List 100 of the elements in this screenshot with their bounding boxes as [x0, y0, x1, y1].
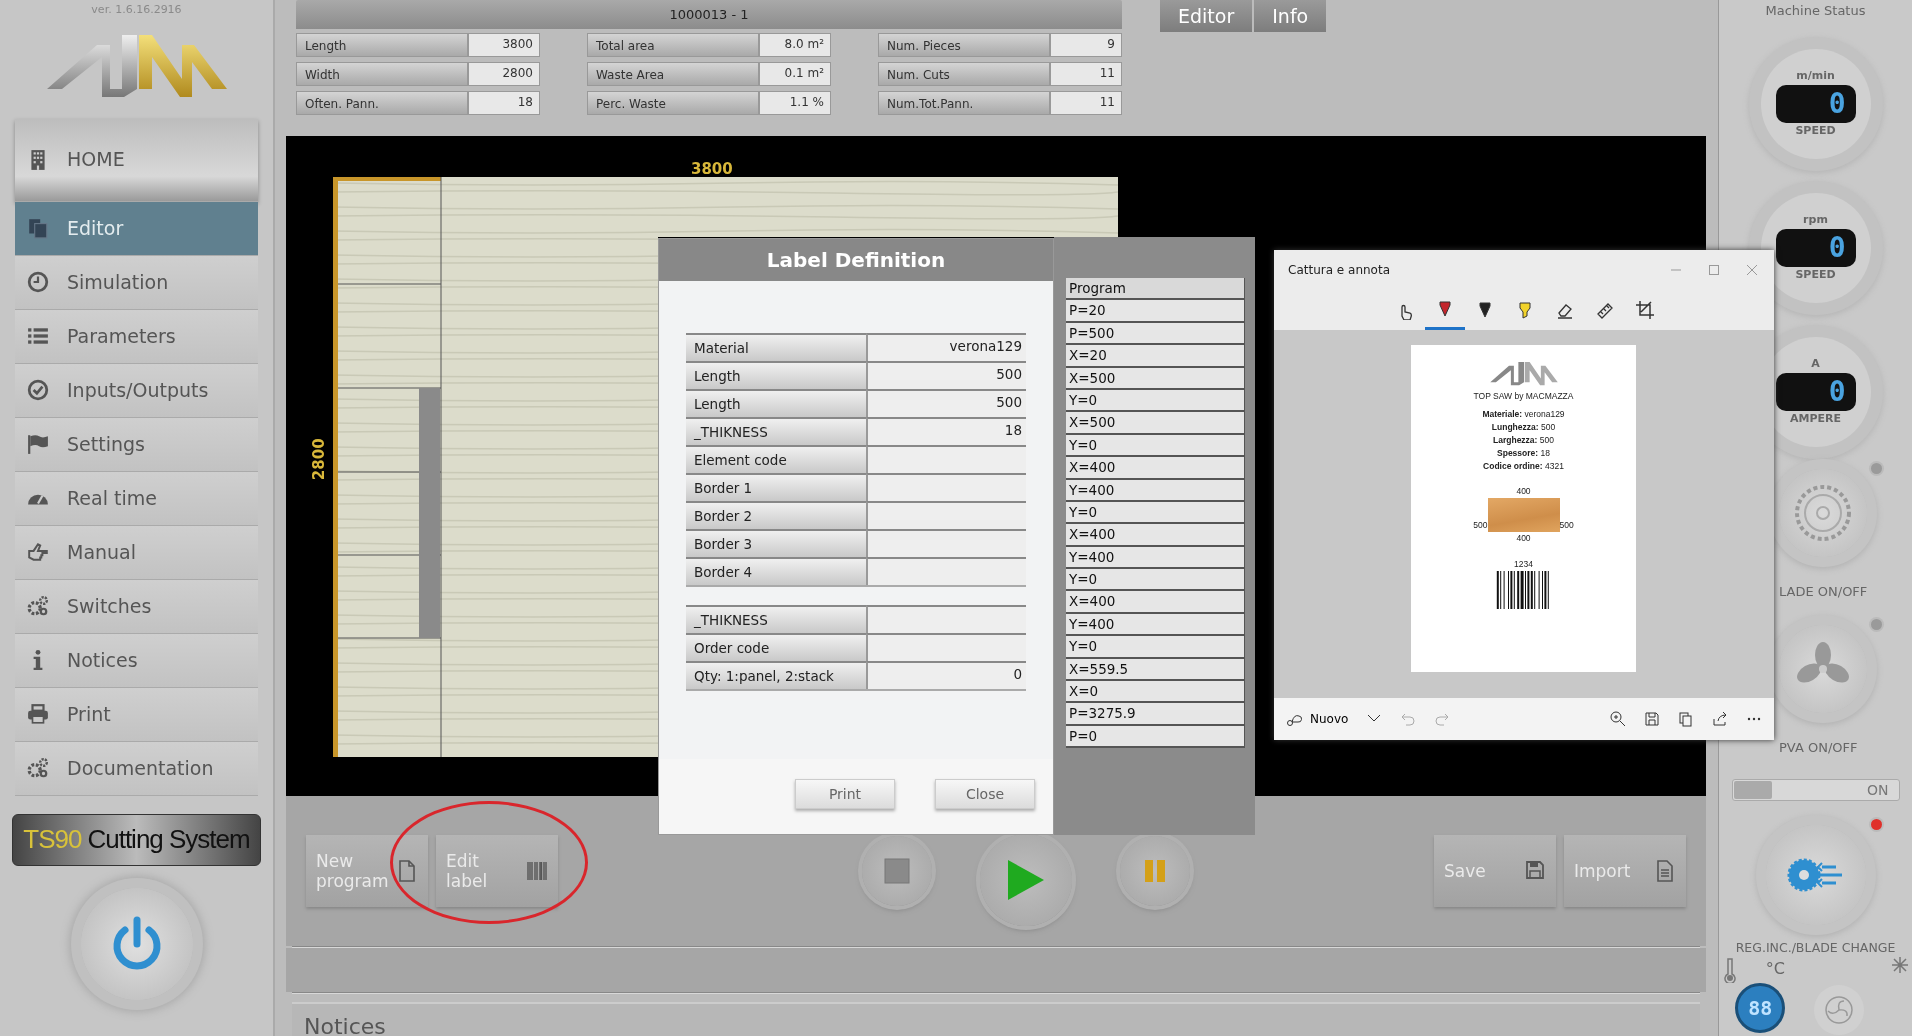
- thermometer-icon: [1723, 957, 1737, 984]
- redo-icon: [1434, 711, 1451, 727]
- pause-icon: [1143, 859, 1167, 883]
- temperature-display: 88: [1735, 983, 1786, 1034]
- field-label: Material: [686, 333, 866, 361]
- check-circle-icon: [27, 379, 49, 401]
- crop-icon: [1635, 300, 1655, 320]
- list-header: Program: [1066, 278, 1245, 301]
- dimension-label: 3800: [691, 159, 733, 180]
- input-field[interactable]: [866, 445, 1026, 473]
- zoom-in-button[interactable]: [1608, 709, 1628, 729]
- stat-label: Often. Pann.: [296, 91, 468, 115]
- undo-icon: [1400, 711, 1417, 727]
- dialog-button[interactable]: Close: [935, 779, 1035, 809]
- input-field[interactable]: [866, 501, 1026, 529]
- version-text: ver. 1.6.16.2916: [90, 2, 183, 18]
- field-label: Qty: 1:panel, 2:stack: [686, 661, 866, 689]
- tab[interactable]: Info: [1254, 0, 1327, 32]
- stat-value: 3800: [468, 33, 540, 57]
- input-field[interactable]: 18: [866, 417, 1026, 445]
- dialog-button[interactable]: Print: [795, 779, 895, 809]
- switch-label: PVA ON/OFF: [1779, 739, 1858, 755]
- clock-icon: [27, 271, 49, 293]
- printer-icon: [27, 703, 49, 725]
- fan-icon: [1823, 995, 1854, 1026]
- input-field[interactable]: [866, 473, 1026, 501]
- field-label: _THIKNESS: [686, 417, 866, 445]
- flag-icon: [27, 433, 49, 455]
- field-label: Order code: [686, 633, 866, 661]
- stat-value: 1.1 %: [759, 91, 831, 115]
- gears-icon: [27, 757, 49, 779]
- maximize-button[interactable]: [1706, 262, 1722, 278]
- zoom-in-icon: [1610, 711, 1626, 727]
- stop-icon: [884, 858, 910, 884]
- button-label: REG.INC./BLADE CHANGE: [1734, 938, 1897, 957]
- stat-value: 11: [1050, 91, 1122, 115]
- stat-value: 0.1 m²: [759, 62, 831, 86]
- digital-display: 0: [1775, 84, 1856, 123]
- tab[interactable]: Editor: [1160, 0, 1253, 32]
- stat-label: Num. Cuts: [878, 62, 1050, 86]
- barcode-number: 1234: [1513, 558, 1534, 571]
- barcode-icon: [526, 860, 548, 882]
- sidebar-item[interactable]: Print: [15, 687, 258, 742]
- stat-value: 8.0 m²: [759, 33, 831, 57]
- input-field[interactable]: [866, 529, 1026, 557]
- unit-label: °C: [1765, 958, 1785, 981]
- sidebar-item[interactable]: Notices: [15, 633, 258, 688]
- sidebar-item[interactable]: Settings: [15, 417, 258, 472]
- sidebar-item[interactable]: Editor: [15, 201, 258, 256]
- dimension-label: 400: [1515, 531, 1532, 545]
- stat-label: Length: [296, 33, 468, 57]
- input-field[interactable]: 500: [866, 361, 1026, 389]
- field-label: Length: [686, 361, 866, 389]
- input-field[interactable]: 500: [866, 389, 1026, 417]
- field-label: Length: [686, 389, 866, 417]
- program-title: 1000013 - 1: [296, 0, 1122, 29]
- sidebar-item[interactable]: Simulation: [15, 255, 258, 310]
- field-label: Border 2: [686, 501, 866, 529]
- sidebar-item[interactable]: Real time: [15, 471, 258, 526]
- field-label: Border 4: [686, 557, 866, 585]
- play-icon: [1006, 858, 1046, 902]
- input-field[interactable]: verona129: [866, 333, 1026, 361]
- sidebar-item[interactable]: Inputs/Outputs: [15, 363, 258, 418]
- sidebar-item[interactable]: Switches: [15, 579, 258, 634]
- sidebar-item[interactable]: HOME: [15, 118, 258, 202]
- snowflake-icon: [1892, 957, 1908, 974]
- new-button[interactable]: Nuovo: [1284, 708, 1351, 730]
- stat-value: 2800: [468, 62, 540, 86]
- stat-label: Total area: [587, 33, 759, 57]
- copy-icon: [27, 217, 49, 239]
- save-button[interactable]: [1642, 709, 1662, 729]
- unit-label: m/min: [1796, 68, 1835, 84]
- input-field[interactable]: [866, 557, 1026, 585]
- switch-label: LADE ON/OFF: [1779, 583, 1868, 599]
- close-button[interactable]: [1744, 262, 1760, 278]
- sidebar-item[interactable]: Manual: [15, 525, 258, 580]
- label-line: Codice ordine: 4321: [1482, 459, 1565, 473]
- window-title: Cattura e annota: [1288, 262, 1390, 279]
- gears-icon: [27, 595, 49, 617]
- document-icon: [1654, 860, 1676, 882]
- stat-label: Perc. Waste: [587, 91, 759, 115]
- stop-button[interactable]: [862, 836, 932, 906]
- share-icon: [1712, 711, 1728, 727]
- label-line: Larghezza: 500: [1492, 433, 1555, 447]
- dimension-label: 2800: [308, 438, 329, 481]
- copy-icon: [1678, 711, 1694, 727]
- brand-text: TOP SAW by MACMAZZA: [1472, 390, 1575, 403]
- toggle-switch[interactable]: ON: [1731, 778, 1900, 801]
- stat-label: Num.Tot.Pann.: [878, 91, 1050, 115]
- unit-label: rpm: [1803, 212, 1828, 228]
- label-line: Materiale: verona129: [1481, 407, 1566, 421]
- gauge-caption: SPEED: [1795, 266, 1836, 283]
- digital-display: 0: [1775, 372, 1856, 411]
- input-field[interactable]: [866, 633, 1026, 661]
- input-field[interactable]: [866, 605, 1026, 633]
- stat-label: Num. Pieces: [878, 33, 1050, 57]
- input-field[interactable]: 0: [866, 661, 1026, 689]
- label-line: Spessore: 18: [1496, 446, 1551, 460]
- sidebar-item[interactable]: Documentation: [15, 741, 258, 796]
- sidebar-item[interactable]: Parameters: [15, 309, 258, 364]
